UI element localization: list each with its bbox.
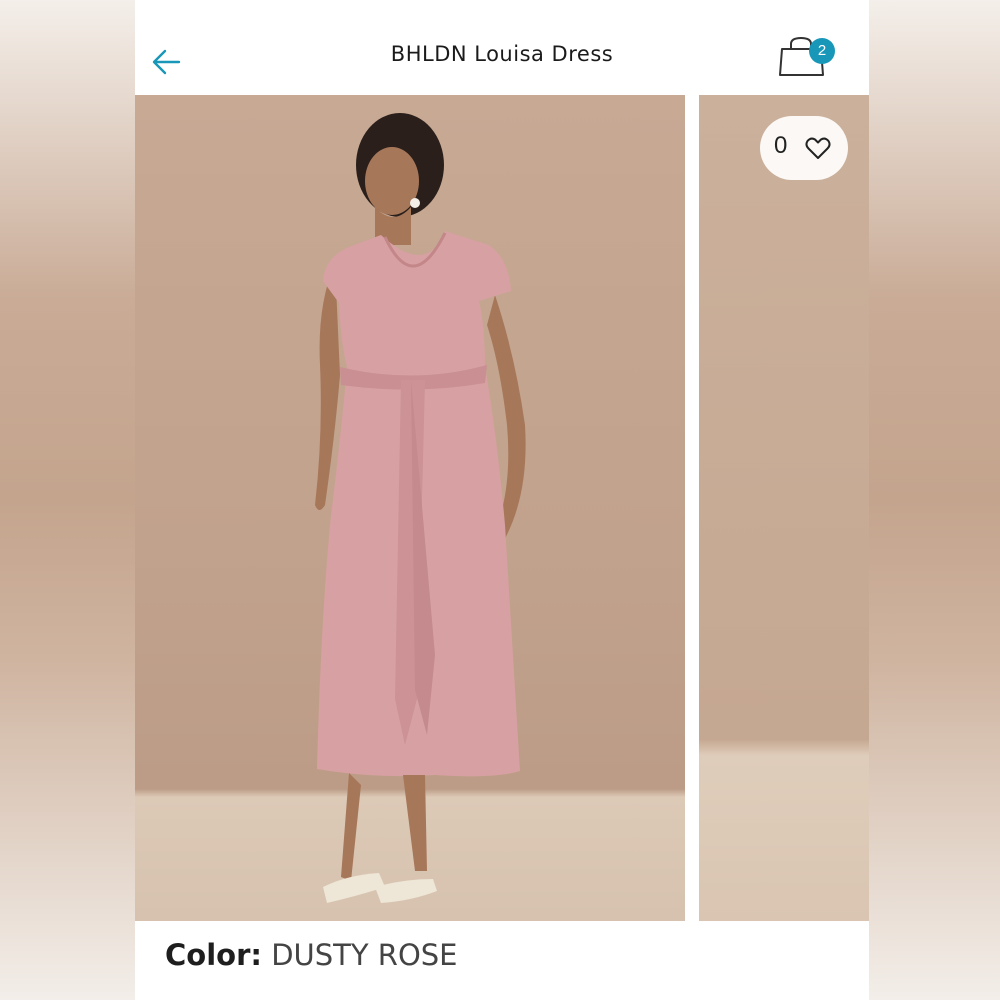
background-blur-right (869, 0, 1000, 1000)
top-navigation-bar: BHLDN Louisa Dress 2 (135, 0, 869, 95)
product-image-next-peek[interactable] (699, 95, 869, 921)
background-blur-left (0, 0, 135, 1000)
model-in-dress-photo (315, 113, 526, 903)
color-selection: Color: DUSTY ROSE (165, 938, 458, 972)
heart-icon (805, 137, 831, 159)
page-title: BHLDN Louisa Dress (390, 42, 614, 66)
like-button[interactable]: 0 (760, 116, 848, 180)
cart-count-badge: 2 (809, 38, 835, 64)
color-value: DUSTY ROSE (271, 938, 458, 972)
app-screen: BHLDN Louisa Dress 2 0 Color: DUSTY ROSE (135, 0, 869, 1000)
like-count: 0 (774, 132, 788, 159)
product-image-main[interactable] (135, 95, 685, 921)
color-label: Color: (165, 938, 262, 972)
